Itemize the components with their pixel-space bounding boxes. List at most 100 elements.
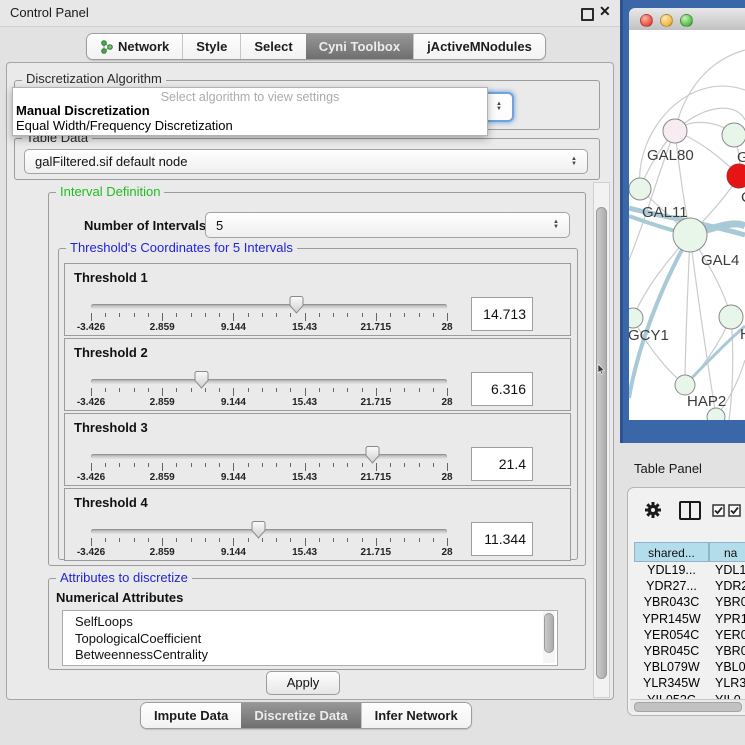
tab-discretize-data[interactable]: Discretize Data <box>241 703 360 728</box>
close-traffic-light-icon[interactable] <box>640 14 653 27</box>
tab-network[interactable]: Network <box>87 34 182 59</box>
combo-stepper-icon[interactable]: ▲▼ <box>571 157 577 167</box>
zoom-traffic-light-icon[interactable] <box>680 14 693 27</box>
attributes-list-scrollbar-thumb[interactable] <box>544 613 554 653</box>
threshold-slider-track[interactable] <box>91 379 447 384</box>
apply-button[interactable]: Apply <box>266 671 340 695</box>
tick-mark <box>205 313 206 317</box>
tick-mark <box>433 538 434 542</box>
list-item[interactable]: BetweennessCentrality <box>63 647 557 664</box>
network-edge <box>729 317 733 420</box>
checkbox-icon[interactable] <box>712 504 725 517</box>
threshold-value-field[interactable]: 21.4 <box>471 447 533 481</box>
tick-mark <box>105 463 106 467</box>
table-row[interactable]: YBL079WYBL0 <box>634 660 745 676</box>
slider-thumb[interactable] <box>194 370 209 389</box>
network-node[interactable] <box>722 123 745 147</box>
tab-style[interactable]: Style <box>182 34 240 59</box>
tick-label: 28 <box>441 397 452 408</box>
slider-thumb[interactable] <box>251 520 266 539</box>
network-node[interactable] <box>663 119 687 143</box>
tab-select[interactable]: Select <box>240 34 305 59</box>
network-edge <box>685 235 690 385</box>
tick-mark <box>162 313 163 321</box>
table-row[interactable]: YBR043CYBR0 <box>634 595 745 611</box>
close-icon[interactable]: ✕ <box>599 3 611 20</box>
combo-stepper-icon[interactable]: ▲▼ <box>496 102 502 112</box>
tab-impute-data[interactable]: Impute Data <box>141 703 241 728</box>
tick-label: 21.715 <box>361 472 392 483</box>
slider-thumb[interactable] <box>289 295 304 314</box>
table-row[interactable]: YER054CYER0 <box>634 628 745 644</box>
threshold-slider-track[interactable] <box>91 454 447 459</box>
table-row[interactable]: YDL19...YDL1 <box>634 563 745 579</box>
tab-jactivemnodules[interactable]: jActiveMNodules <box>413 34 545 59</box>
tick-mark <box>390 538 391 542</box>
tick-mark <box>248 538 249 542</box>
table-hscrollbar[interactable] <box>630 699 745 712</box>
table-data-combo-value: galFiltered.sif default node <box>35 154 571 169</box>
tick-mark <box>333 538 334 542</box>
slider-thumb[interactable] <box>365 445 380 464</box>
algorithm-option[interactable]: Manual Discretization <box>16 103 150 118</box>
threshold-value-field[interactable]: 6.316 <box>471 372 533 406</box>
tick-label: 2.859 <box>150 472 175 483</box>
tick-mark <box>91 388 92 396</box>
threshold-row: Threshold 3-3.4262.8599.14415.4321.71528… <box>64 413 571 486</box>
tick-mark <box>262 313 263 317</box>
table-row[interactable]: YDR27...YDR2 <box>634 579 745 595</box>
network-node[interactable] <box>629 178 651 200</box>
tab-infer-network[interactable]: Infer Network <box>361 703 471 728</box>
tick-mark <box>404 538 405 542</box>
column-browser-icon[interactable] <box>679 501 701 520</box>
node-label: H <box>740 326 745 343</box>
threshold-label: Threshold 2 <box>74 345 148 360</box>
attributes-list-scrollbar[interactable] <box>543 611 555 663</box>
column-header-shared-name[interactable]: shared... <box>634 542 709 562</box>
algorithm-combo[interactable]: ▲▼ <box>486 92 514 122</box>
list-item[interactable]: SelfLoops <box>63 611 557 631</box>
list-item[interactable]: TopologicalCoefficient <box>63 631 557 648</box>
tick-mark <box>447 388 448 396</box>
slider-ticks <box>91 463 448 472</box>
gear-icon[interactable] <box>644 501 662 519</box>
tick-mark <box>148 388 149 392</box>
table-hscrollbar-thumb[interactable] <box>634 702 742 712</box>
network-node[interactable] <box>629 308 643 328</box>
threshold-slider-track[interactable] <box>91 304 447 309</box>
node-label: HAP2 <box>687 393 726 410</box>
panel-scrollbar-thumb[interactable] <box>596 207 607 679</box>
threshold-label: Threshold 3 <box>74 420 148 435</box>
float-window-icon[interactable] <box>581 8 594 21</box>
table-data-combo[interactable]: galFiltered.sif default node ▲▼ <box>24 149 588 174</box>
tick-mark <box>248 313 249 317</box>
algorithm-dropdown-popup: Select algorithm to view settings Manual… <box>12 87 488 136</box>
table-row[interactable]: YPR145WYPR1 <box>634 612 745 628</box>
minimize-traffic-light-icon[interactable] <box>660 14 673 27</box>
tick-mark <box>305 313 306 321</box>
threshold-slider-track[interactable] <box>91 529 447 534</box>
panel-title: Control Panel <box>10 5 89 20</box>
network-node[interactable] <box>727 164 745 188</box>
tab-cyni-toolbox[interactable]: Cyni Toolbox <box>306 34 413 59</box>
node-label: GAL11 <box>642 204 688 221</box>
column-header-name[interactable]: na <box>709 542 745 562</box>
node-label: C <box>741 189 745 206</box>
threshold-label: Threshold 1 <box>74 270 148 285</box>
checkbox-icon[interactable] <box>728 504 741 517</box>
tick-mark <box>105 313 106 317</box>
tick-mark <box>205 463 206 467</box>
panel-scrollbar[interactable] <box>593 182 610 698</box>
algorithm-option[interactable]: Equal Width/Frequency Discretization <box>16 118 233 133</box>
table-row[interactable]: YLR345WYLR3 <box>634 676 745 692</box>
table-row[interactable]: YBR045CYBR0 <box>634 644 745 660</box>
network-canvas[interactable]: GAL80GACGAL11GAL4GCY1HHAP2 <box>629 30 745 420</box>
network-icon <box>100 40 113 54</box>
combo-stepper-icon[interactable]: ▲▼ <box>553 220 559 230</box>
network-node[interactable] <box>675 375 695 395</box>
threshold-value-field[interactable]: 14.713 <box>471 297 533 331</box>
threshold-row: Threshold 1-3.4262.8599.14415.4321.71528… <box>64 263 571 336</box>
number-of-intervals-combo[interactable]: 5 ▲▼ <box>205 212 570 238</box>
network-node[interactable] <box>673 218 707 252</box>
threshold-value-field[interactable]: 11.344 <box>471 522 533 556</box>
